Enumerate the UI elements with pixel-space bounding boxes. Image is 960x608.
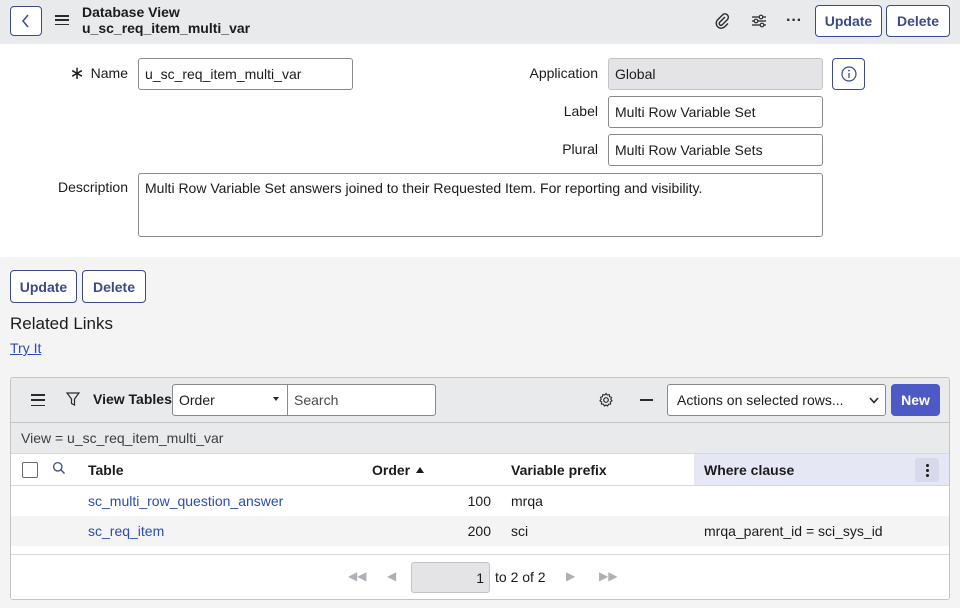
- last-page-icon[interactable]: ▶▶: [599, 569, 617, 583]
- next-page-icon[interactable]: ▶: [566, 569, 575, 583]
- application-label: Application: [529, 65, 599, 81]
- select-all-checkbox[interactable]: [22, 462, 38, 478]
- delete-button-bottom[interactable]: Delete: [82, 270, 146, 303]
- page-range-text: to 2 of 2: [495, 569, 546, 585]
- chevron-left-icon: [22, 14, 29, 28]
- view-tables-list: View Tables Order Search Actions on sele…: [10, 377, 950, 600]
- column-header-variable-prefix[interactable]: Variable prefix: [511, 454, 607, 485]
- label-label: Label: [563, 103, 598, 119]
- form-header: Database View u_sc_req_item_multi_var ··…: [0, 0, 960, 44]
- try-it-link[interactable]: Try It: [10, 340, 41, 356]
- actions-select-value: Actions on selected rows...: [677, 392, 844, 408]
- chevron-down-icon: [869, 397, 879, 404]
- table-row[interactable]: sc_req_item 200 sci mrqa_parent_id = sci…: [11, 516, 949, 546]
- form-body: ∗ Name u_sc_req_item_multi_var Applicati…: [0, 44, 960, 257]
- form-title: Database View: [82, 4, 180, 20]
- settings-sliders-icon[interactable]: [749, 11, 769, 31]
- filter-icon[interactable]: [65, 392, 81, 410]
- description-field[interactable]: Multi Row Variable Set answers joined to…: [138, 173, 823, 237]
- search-icon[interactable]: [52, 461, 66, 478]
- paperclip-icon[interactable]: [712, 11, 732, 31]
- more-options-icon[interactable]: ···: [784, 11, 804, 31]
- back-button[interactable]: [10, 6, 42, 36]
- table-cell-table[interactable]: sc_multi_row_question_answer: [88, 486, 283, 516]
- column-options-icon[interactable]: [915, 458, 939, 482]
- delete-button[interactable]: Delete: [886, 5, 950, 37]
- search-input[interactable]: Search: [287, 384, 436, 416]
- plural-label: Plural: [562, 141, 598, 157]
- application-field: Global: [608, 58, 823, 90]
- gear-icon[interactable]: [598, 392, 614, 411]
- mandatory-asterisk-icon: ∗: [69, 63, 85, 83]
- name-label-group: ∗ Name: [69, 63, 128, 83]
- context-menu-icon[interactable]: [55, 13, 69, 27]
- search-field-value: Order: [179, 392, 215, 408]
- name-label: Name: [90, 65, 128, 81]
- update-button[interactable]: Update: [815, 5, 882, 37]
- plural-field[interactable]: Multi Row Variable Sets: [608, 134, 823, 166]
- table-row[interactable]: sc_multi_row_question_answer 100 mrqa: [11, 486, 949, 516]
- list-title: View Tables: [93, 391, 172, 407]
- table-cell-order: 100: [467, 493, 491, 509]
- column-header-order[interactable]: Order: [372, 454, 425, 485]
- description-label: Description: [57, 179, 128, 195]
- table-cell-order: 200: [467, 523, 491, 539]
- breadcrumb[interactable]: View = u_sc_req_item_multi_var: [11, 423, 949, 453]
- previous-page-icon[interactable]: ◀: [387, 569, 396, 583]
- table-header: Table Order Variable prefix Where clause: [11, 453, 949, 486]
- search-field-select[interactable]: Order: [172, 384, 288, 416]
- sort-ascending-icon: [416, 466, 425, 473]
- table-cell-prefix: sci: [511, 523, 529, 539]
- collapse-icon[interactable]: [640, 399, 653, 401]
- page-number-input[interactable]: 1: [411, 562, 490, 593]
- column-header-order-label: Order: [372, 461, 411, 478]
- caret-down-icon: [273, 397, 279, 401]
- name-field[interactable]: u_sc_req_item_multi_var: [138, 58, 353, 90]
- column-header-table[interactable]: Table: [88, 454, 124, 485]
- table-cell-where: mrqa_parent_id = sci_sys_id: [704, 523, 883, 539]
- related-links-title: Related Links: [10, 314, 114, 333]
- breadcrumb-text[interactable]: View = u_sc_req_item_multi_var: [21, 430, 223, 446]
- column-header-where-clause[interactable]: Where clause: [704, 454, 794, 485]
- label-field[interactable]: Multi Row Variable Set: [608, 96, 823, 128]
- list-toolbar: View Tables Order Search Actions on sele…: [11, 378, 949, 423]
- list-menu-icon[interactable]: [31, 394, 45, 406]
- record-name: u_sc_req_item_multi_var: [82, 20, 251, 36]
- new-button[interactable]: New: [891, 384, 940, 416]
- first-page-icon[interactable]: ◀◀: [348, 569, 366, 583]
- table-cell-table[interactable]: sc_req_item: [88, 516, 164, 546]
- update-button-bottom[interactable]: Update: [10, 270, 77, 303]
- table-cell-prefix: mrqa: [511, 493, 543, 509]
- actions-select[interactable]: Actions on selected rows...: [667, 384, 886, 416]
- info-icon: [840, 66, 857, 82]
- application-info-button[interactable]: [832, 58, 865, 90]
- pagination: ◀◀ ◀ 1 to 2 of 2 ▶ ▶▶: [11, 554, 949, 599]
